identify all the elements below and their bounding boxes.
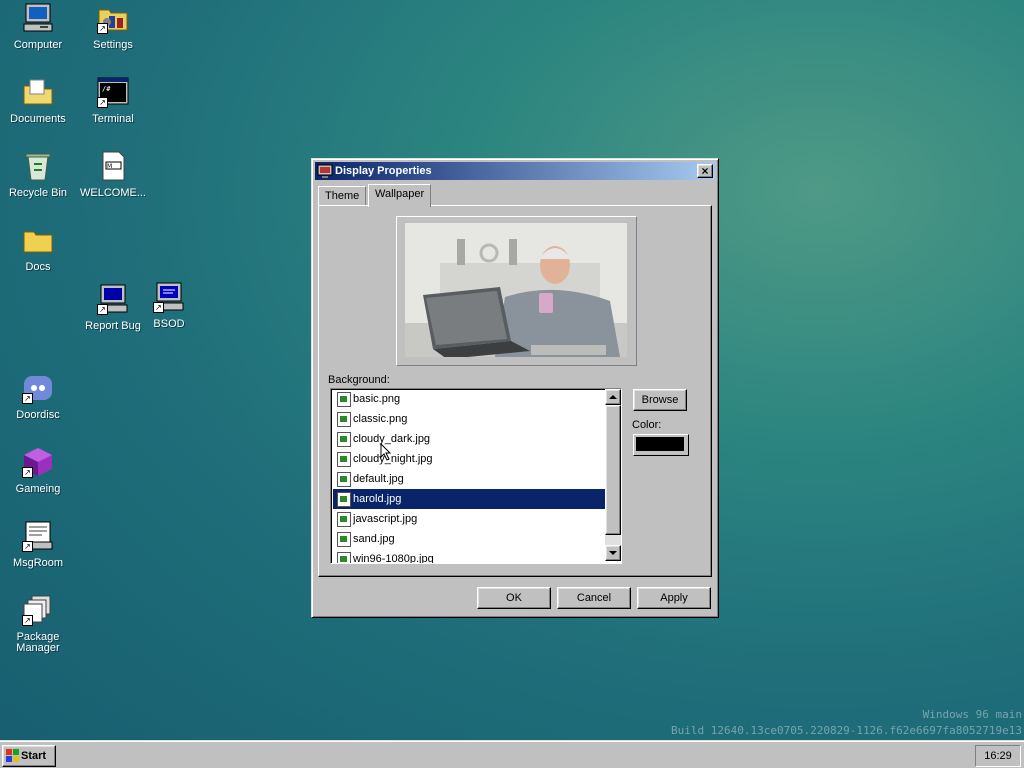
wallpaper-preview-frame [396,216,637,366]
desktop-icon-computer[interactable]: Computer [0,2,76,51]
computer-icon [22,2,54,34]
desktop-icon-label: Package Manager [16,631,60,654]
shortcut-arrow-icon: ↗ [97,97,108,108]
list-item[interactable]: default.jpg [333,469,605,489]
desktop-icon-welcome[interactable]: M WELCOME... [75,150,151,199]
desktop-icon-doordisc[interactable]: ↗ Doordisc [0,372,76,421]
terminal-icon: /# ↗ [97,76,129,108]
image-file-icon [337,412,351,427]
folder-icon [22,224,54,256]
image-file-icon [337,452,351,467]
desktop-icon-label: Recycle Bin [8,187,68,199]
desktop-icon-label: BSOD [153,318,185,330]
start-logo-icon [6,749,19,762]
system-tray-clock[interactable]: 16:29 [975,745,1021,767]
wallpaper-preview-image [405,223,627,357]
close-button[interactable]: × [697,164,713,178]
svg-text:M: M [107,163,112,170]
shortcut-arrow-icon: ↗ [22,467,33,478]
shortcut-arrow-icon: ↗ [153,302,164,313]
image-file-icon [337,492,351,507]
scroll-thumb[interactable] [605,405,621,535]
shortcut-arrow-icon: ↗ [97,304,108,315]
image-file-icon [337,552,351,563]
desktop-icon-label: MsgRoom [12,557,64,569]
start-label: Start [21,750,47,762]
shortcut-arrow-icon: ↗ [22,541,33,552]
harold-photo [405,223,627,357]
gameing-cube-icon: ↗ [22,446,54,478]
desktop-icon-recycle-bin[interactable]: Recycle Bin [0,150,76,199]
doordisc-icon: ↗ [22,372,54,404]
image-file-icon [337,512,351,527]
svg-text:/#: /# [102,85,111,93]
bsod-icon: ↗ [153,281,185,313]
list-item-selected[interactable]: harold.jpg [333,489,605,509]
image-file-icon [337,532,351,547]
desktop-icon-terminal[interactable]: /# ↗ Terminal [75,76,151,125]
shortcut-arrow-icon: ↗ [22,393,33,404]
browse-button[interactable]: Browse [633,389,687,411]
start-button[interactable]: Start [2,745,56,767]
arrow-down-icon [609,551,617,555]
cancel-button[interactable]: Cancel [557,587,631,609]
desktop-icon-label: Doordisc [16,409,60,421]
desktop-icon-label: WELCOME... [79,187,146,199]
list-item[interactable]: basic.png [333,389,605,409]
desktop-icon-docs[interactable]: Docs [0,224,76,273]
desktop-icon-msgroom[interactable]: ↗ MsgRoom [0,520,76,569]
background-file-list[interactable]: basic.png classic.png cloudy_dark.jpg cl… [330,388,622,564]
taskbar: Start 16:29 [0,740,1024,768]
desktop-icon-documents[interactable]: Documents [0,76,76,125]
list-item[interactable]: cloudy_dark.jpg [333,429,605,449]
documents-folder-icon [22,76,54,108]
list-scrollbar[interactable] [605,389,621,561]
display-properties-icon [317,163,333,179]
desktop-icon-label: Terminal [92,113,134,125]
list-item[interactable]: sand.jpg [333,529,605,549]
desktop-icon-label: Computer [13,39,63,51]
shortcut-arrow-icon: ↗ [22,615,33,626]
tab-wallpaper[interactable]: Wallpaper [368,184,432,207]
recycle-bin-icon [22,150,54,182]
title-bar[interactable]: Display Properties × [315,162,715,180]
window-title: Display Properties [335,165,432,177]
desktop-icon-gameing[interactable]: ↗ Gameing [0,446,76,495]
scroll-up-button[interactable] [605,389,621,405]
color-picker-swatch[interactable] [633,434,689,456]
list-item[interactable]: classic.png [333,409,605,429]
welcome-doc-icon: M [97,150,129,182]
desktop-icon-label: Docs [25,261,51,273]
desktop-icon-package-manager[interactable]: ↗ Package Manager [0,594,76,654]
image-file-icon [337,472,351,487]
tab-theme[interactable]: Theme [318,186,367,206]
color-label: Color: [632,419,662,431]
list-item[interactable]: win96-1080p.jpg [333,549,605,563]
msgroom-icon: ↗ [22,520,54,552]
report-bug-icon: ↗ [97,283,129,315]
image-file-icon [337,432,351,447]
desktop-icon-label: Gameing [15,483,61,495]
shortcut-arrow-icon: ↗ [97,23,108,34]
desktop-icon-label: Settings [93,39,133,51]
build-watermark-line1: Windows 96 main [922,708,1022,721]
build-watermark-line2: Build 12640.13ce0705.220829-1126.f62e669… [671,724,1022,737]
color-swatch-fill [636,437,684,451]
image-file-icon [337,392,351,407]
arrow-up-icon [609,395,617,399]
ok-button[interactable]: OK [477,587,551,609]
scroll-down-button[interactable] [605,545,621,561]
list-item[interactable]: javascript.jpg [333,509,605,529]
desktop-icon-settings[interactable]: ↗ Settings [75,2,151,51]
apply-button[interactable]: Apply [637,587,711,609]
settings-folder-icon: ↗ [97,2,129,34]
desktop-icon-label: Documents [10,113,66,125]
package-manager-icon: ↗ [22,594,54,626]
background-label: Background: [328,374,390,386]
desktop-icon-bsod[interactable]: ↗ BSOD [131,281,207,330]
list-item[interactable]: cloudy_night.jpg [333,449,605,469]
mouse-cursor-icon [380,443,392,461]
